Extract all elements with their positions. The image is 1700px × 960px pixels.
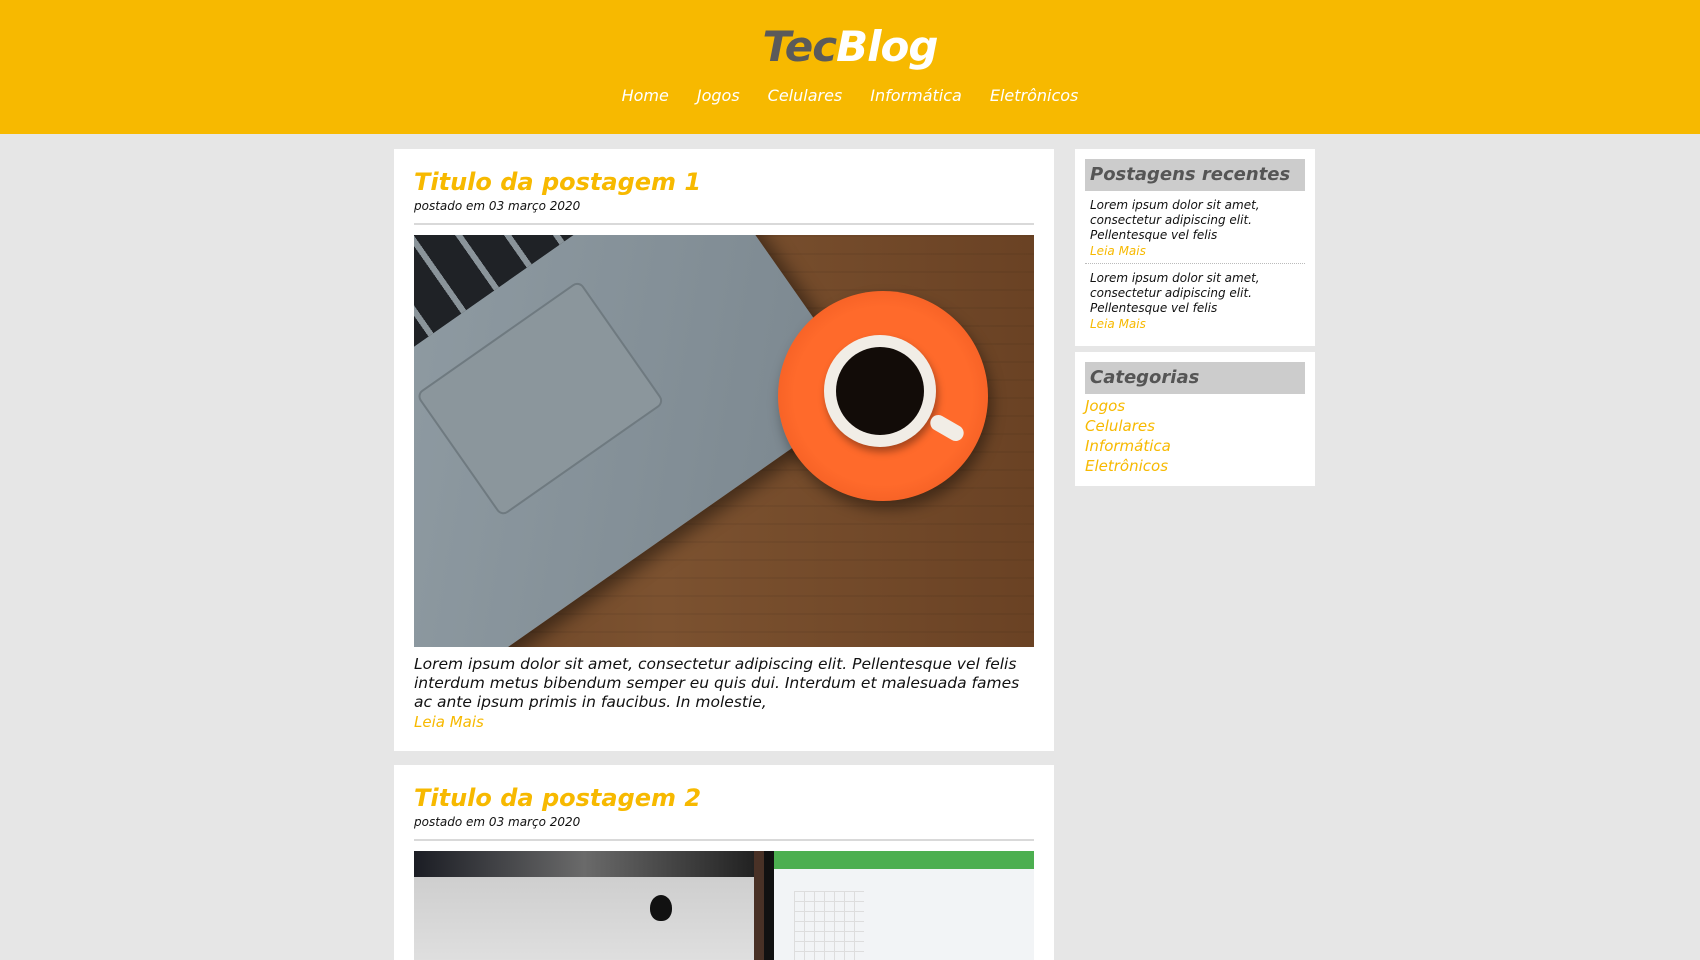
post-date: postado em 03 março 2020 bbox=[414, 815, 581, 829]
site-header: TecBlog Home Jogos Celulares Informática… bbox=[0, 0, 1700, 134]
recent-post-text: Lorem ipsum dolor sit amet, consectetur … bbox=[1090, 198, 1260, 242]
read-more-link[interactable]: Leia Mais bbox=[414, 713, 1034, 731]
imac-shape bbox=[414, 851, 754, 960]
nav-eletronicos[interactable]: Eletrônicos bbox=[990, 86, 1079, 105]
tablet-calendar-shape bbox=[794, 891, 864, 960]
post-title[interactable]: Titulo da postagem 1 bbox=[414, 167, 1034, 197]
post-title[interactable]: Titulo da postagem 2 bbox=[414, 783, 1034, 813]
recent-posts-widget: Postagens recentes Lorem ipsum dolor sit… bbox=[1075, 149, 1315, 346]
site-logo[interactable]: TecBlog bbox=[0, 22, 1700, 72]
post-card: Titulo da postagem 2 postado em 03 março… bbox=[394, 765, 1054, 960]
category-link-celulares[interactable]: Celulares bbox=[1085, 417, 1155, 435]
list-item: Lorem ipsum dolor sit amet, consectetur … bbox=[1085, 191, 1305, 264]
logo-part-blog: Blog bbox=[836, 22, 938, 71]
post-divider bbox=[414, 223, 1034, 225]
coffee-shape bbox=[836, 347, 924, 435]
list-item: Eletrônicos bbox=[1085, 456, 1305, 476]
list-item: Informática bbox=[1085, 436, 1305, 456]
post-image-imac-tablet[interactable] bbox=[414, 851, 1034, 960]
category-link-jogos[interactable]: Jogos bbox=[1085, 397, 1125, 415]
list-item: Celulares bbox=[1085, 416, 1305, 436]
post-date: postado em 03 março 2020 bbox=[414, 199, 581, 213]
recent-read-more-link[interactable]: Leia Mais bbox=[1090, 317, 1300, 331]
category-link-eletronicos[interactable]: Eletrônicos bbox=[1085, 457, 1168, 475]
nav-home[interactable]: Home bbox=[622, 86, 669, 105]
main-nav: Home Jogos Celulares Informática Eletrôn… bbox=[0, 86, 1700, 105]
list-item: Jogos bbox=[1085, 396, 1305, 416]
imac-screen-shape bbox=[414, 851, 754, 877]
widget-title: Categorias bbox=[1085, 362, 1305, 394]
logo-part-tec: Tec bbox=[762, 22, 838, 71]
category-list: Jogos Celulares Informática Eletrônicos bbox=[1085, 394, 1305, 476]
post-divider bbox=[414, 839, 1034, 841]
nav-jogos[interactable]: Jogos bbox=[697, 86, 740, 105]
apple-logo-icon bbox=[650, 895, 672, 921]
post-image-laptop-coffee[interactable] bbox=[414, 235, 1034, 647]
tablet-shape bbox=[764, 851, 1034, 960]
recent-read-more-link[interactable]: Leia Mais bbox=[1090, 244, 1300, 258]
post-excerpt: Lorem ipsum dolor sit amet, consectetur … bbox=[414, 655, 1020, 711]
list-item: Lorem ipsum dolor sit amet, consectetur … bbox=[1085, 264, 1305, 336]
nav-celulares[interactable]: Celulares bbox=[768, 86, 843, 105]
tablet-toolbar-shape bbox=[774, 851, 1034, 869]
category-link-informatica[interactable]: Informática bbox=[1085, 437, 1171, 455]
post-card: Titulo da postagem 1 postado em 03 março… bbox=[394, 149, 1054, 751]
nav-informatica[interactable]: Informática bbox=[870, 86, 962, 105]
recent-post-text: Lorem ipsum dolor sit amet, consectetur … bbox=[1090, 271, 1260, 315]
categories-widget: Categorias Jogos Celulares Informática E… bbox=[1075, 352, 1315, 486]
widget-title: Postagens recentes bbox=[1085, 159, 1305, 191]
